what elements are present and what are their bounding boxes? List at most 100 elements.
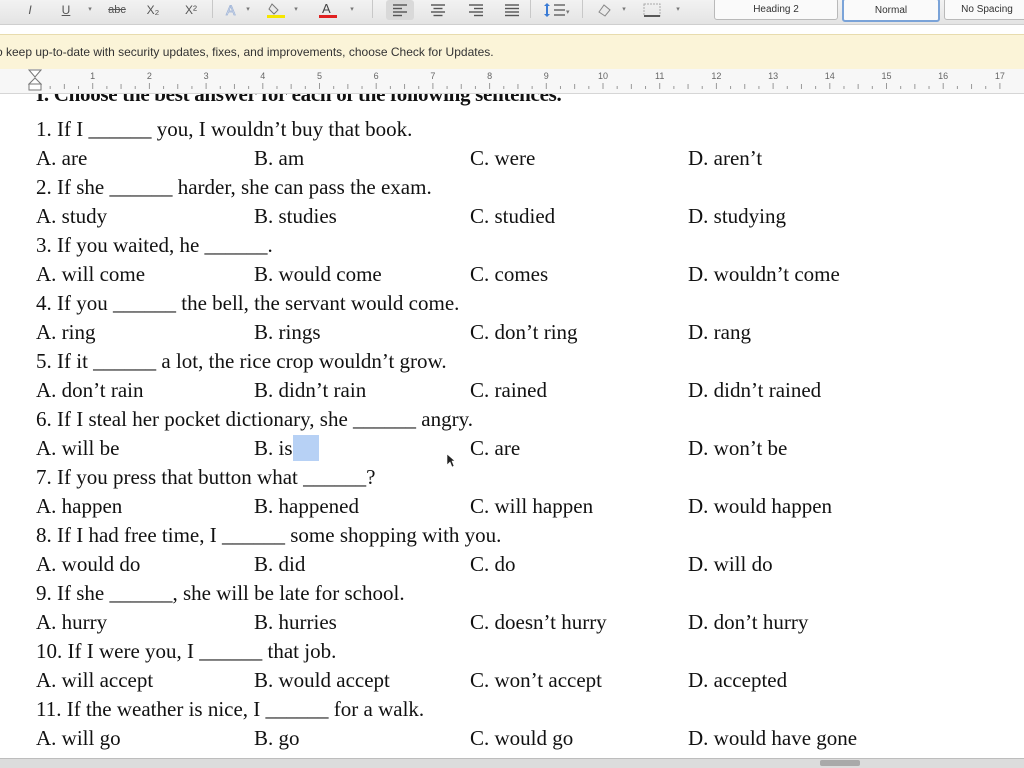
answer-option: C. would go [470,726,574,750]
ruler-number: 6 [373,71,379,81]
zoom-slider[interactable] [820,760,860,766]
answer-option: B. didn’t rain [254,378,367,402]
question-stem: 4. If you ______ the bell, the servant w… [36,291,460,315]
ruler-number: 16 [938,71,949,81]
document-page[interactable]: I. Choose the best answer for each of th… [0,94,1024,758]
answer-option: B. did [254,552,306,576]
ruler-number: 8 [487,71,493,81]
answer-option: D. accepted [688,668,788,692]
justify-icon[interactable] [498,0,526,20]
answer-option: C. do [470,552,516,576]
answer-option: B. studies [254,204,337,228]
answer-option: C. comes [470,262,549,286]
horizontal-ruler[interactable]: 1 2 3 4 5 6 7 8 9 10 11 12 13 14 15 16 17 [0,69,1024,94]
shading-dropdown-icon[interactable]: ▾ [620,0,628,18]
text-effects-icon[interactable]: A [220,0,244,20]
toolbar-divider [530,0,531,18]
exercise-heading: I. Choose the best answer for each of th… [36,94,562,106]
toolbar-divider [212,0,213,18]
font-color-dropdown-icon[interactable]: ▾ [348,0,356,18]
answer-option: C. will happen [470,494,594,518]
svg-text:▾: ▾ [566,9,570,16]
mouse-cursor-icon [447,454,455,468]
question-stem: 5. If it ______ a lot, the rice crop wou… [36,349,447,373]
text-selection [292,435,319,461]
answer-option: C. doesn’t hurry [470,610,607,634]
style-heading-2[interactable]: Heading 2 [714,0,838,20]
formatting-toolbar: I U ▾ abc X₂ X² A ▾ ▾ A ▾ ▾ ▾ ▾ Heading … [0,0,1024,25]
answer-option: A. would do [36,552,141,576]
answer-option: B. is [254,435,319,461]
question-stem: 9. If she ______, she will be late for s… [36,581,405,605]
borders-icon[interactable] [636,0,668,20]
answer-option: B. happened [254,494,359,518]
highlight-color-icon[interactable] [260,0,292,20]
answer-option: D. studying [688,204,787,228]
answer-option: A. ring [36,320,96,344]
answer-option: B. would accept [254,668,390,692]
ruler-number: 3 [203,71,209,81]
highlight-dropdown-icon[interactable]: ▾ [292,0,300,18]
ruler-number: 13 [768,71,779,81]
answer-option: C. won’t accept [470,668,602,692]
answer-option: D. would happen [688,494,833,518]
ruler-number: 11 [655,71,665,81]
answer-option: C. rained [470,378,547,402]
update-notification-bar: o keep up-to-date with security updates,… [0,34,1024,70]
answer-option: C. studied [470,204,556,228]
shading-icon[interactable] [592,0,616,20]
subscript-button[interactable]: X₂ [140,0,166,20]
answer-option: B. am [254,146,305,170]
answer-option: D. wouldn’t come [688,262,840,286]
align-center-icon[interactable] [424,0,452,20]
borders-dropdown-icon[interactable]: ▾ [674,0,682,18]
underline-dropdown-icon[interactable]: ▾ [86,0,94,18]
ruler-number: 5 [316,71,323,81]
answer-option: B. rings [254,320,321,344]
ruler-number: 12 [711,71,722,81]
text-effects-dropdown-icon[interactable]: ▾ [244,0,252,18]
answer-option: C. don’t ring [470,320,578,344]
ruler-number: 15 [881,71,892,81]
line-spacing-icon[interactable]: ▾ [538,0,576,20]
answer-option: D. rang [688,320,751,344]
superscript-button[interactable]: X² [178,0,204,20]
ruler-number: 14 [824,71,835,81]
ruler-number: 10 [597,71,609,81]
answer-option: B. go [254,726,300,750]
style-no-spacing[interactable]: No Spacing [944,0,1024,20]
answer-option: C. are [470,436,521,460]
answer-option: D. would have gone [688,726,858,750]
answer-option: A. will go [36,726,121,750]
ruler-number: 9 [543,71,549,81]
answer-option: D. aren’t [688,146,763,170]
style-normal[interactable]: Normal [842,0,940,22]
indent-marker-icon[interactable] [28,69,42,91]
align-left-icon[interactable] [386,0,414,20]
answer-option: C. were [470,146,536,170]
answer-option: A. happen [36,494,123,518]
toolbar-divider [582,0,583,18]
ruler-number: 2 [146,71,152,81]
ruler-number: 17 [994,71,1005,81]
question-stem: 6. If I steal her pocket dictionary, she… [36,407,473,431]
answer-option: A. will be [36,436,120,460]
answer-option: A. are [36,146,88,170]
answer-option: A. study [36,204,108,228]
ruler-ticks [35,83,1001,89]
underline-button[interactable]: U [56,0,76,20]
question-stem: 11. If the weather is nice, I ______ for… [36,697,425,721]
svg-text:A: A [226,2,236,18]
question-stem: 1. If I ______ you, I wouldn’t buy that … [36,117,413,141]
question-stem: 8. If I had free time, I ______ some sho… [36,523,502,547]
answer-option: B. hurries [254,610,337,634]
question-stem: 10. If I were you, I ______ that job. [36,639,337,663]
ruler-number: 1 [90,71,96,81]
align-right-icon[interactable] [462,0,490,20]
answer-option: D. don’t hurry [688,610,809,634]
strikethrough-button[interactable]: abc [102,0,132,20]
italic-button[interactable]: I [20,0,40,20]
font-color-icon[interactable]: A [312,0,344,20]
question-stem: 3. If you waited, he ______. [36,233,273,257]
ruler-number: 7 [430,71,436,81]
